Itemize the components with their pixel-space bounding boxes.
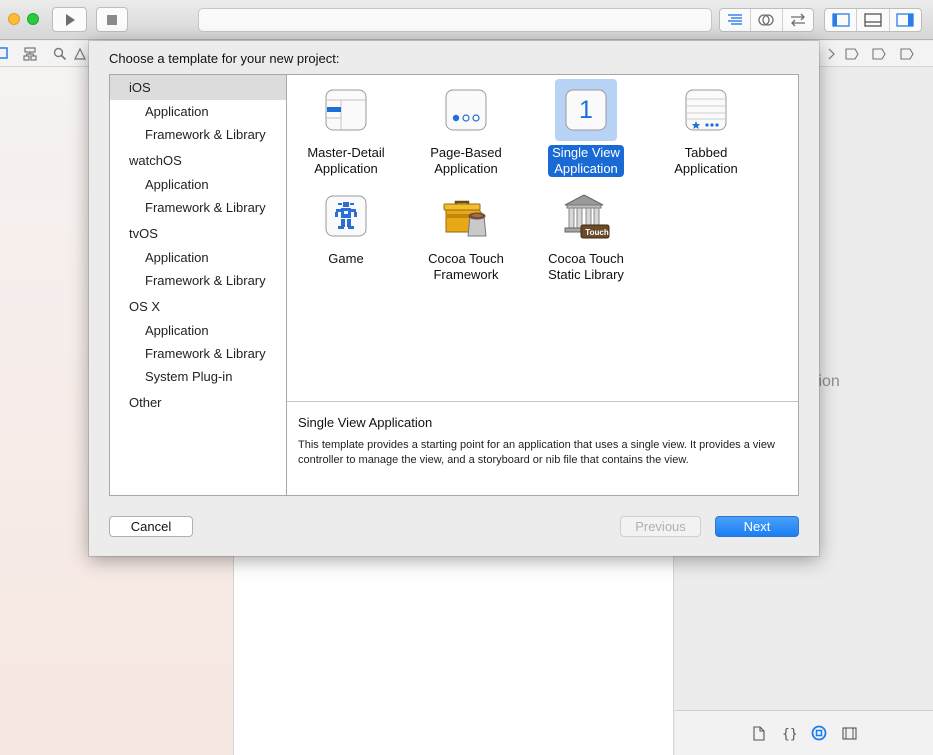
platform-osx[interactable]: OS X bbox=[110, 294, 287, 319]
template-label-line2: Application bbox=[674, 161, 738, 176]
assistant-editor-button[interactable] bbox=[751, 9, 783, 31]
view-toggle-control bbox=[824, 8, 922, 32]
platform-other[interactable]: Other bbox=[110, 390, 287, 415]
zoom-window-button[interactable] bbox=[27, 13, 39, 25]
toggle-utilities-button[interactable] bbox=[890, 9, 921, 31]
template-master-detail[interactable]: Master-Detail Application bbox=[286, 79, 406, 177]
breadcrumb-separator-icon bbox=[828, 48, 835, 60]
platform-list: iOS Application Framework & Library watc… bbox=[109, 74, 287, 496]
left-panel-icon bbox=[832, 13, 850, 27]
game-icon bbox=[325, 195, 367, 237]
next-button[interactable]: Next bbox=[715, 516, 799, 537]
sheet-title: Choose a template for your new project: bbox=[109, 51, 340, 66]
category-ios-framework-library[interactable]: Framework & Library bbox=[110, 123, 287, 146]
template-grid: Master-Detail Application Page-Based Appli… bbox=[287, 75, 798, 401]
template-label-line2: Application bbox=[554, 161, 618, 176]
category-osx-application[interactable]: Application bbox=[110, 319, 287, 342]
stop-button[interactable] bbox=[96, 7, 128, 32]
master-detail-icon bbox=[325, 89, 367, 131]
category-tvos-application[interactable]: Application bbox=[110, 246, 287, 269]
right-panel-icon bbox=[896, 13, 914, 27]
overlapping-circles-icon bbox=[758, 14, 775, 26]
page-based-icon bbox=[445, 89, 487, 131]
template-label: Page-Based bbox=[430, 145, 502, 160]
category-osx-framework-library[interactable]: Framework & Library bbox=[110, 342, 287, 365]
library-icon-text: Touch bbox=[585, 228, 609, 237]
search-icon[interactable] bbox=[53, 47, 67, 61]
film-strip-icon bbox=[841, 726, 857, 740]
template-label: Master-Detail bbox=[307, 145, 385, 160]
template-page-based[interactable]: Page-Based Application bbox=[406, 79, 526, 177]
toolbox-icon bbox=[443, 200, 487, 237]
template-tabbed[interactable]: Tabbed Application bbox=[646, 79, 766, 177]
lines-icon bbox=[728, 14, 743, 25]
document-icon bbox=[753, 725, 765, 741]
library-tab-bar: {} bbox=[675, 710, 933, 755]
stop-icon bbox=[107, 14, 117, 25]
platform-tvos[interactable]: tvOS bbox=[110, 221, 287, 246]
new-project-sheet: Choose a template for your new project: … bbox=[89, 41, 819, 556]
template-label-line2: Static Library bbox=[548, 267, 624, 282]
template-label: Game bbox=[328, 251, 364, 266]
activity-viewer bbox=[198, 8, 712, 32]
description-title: Single View Application bbox=[298, 415, 433, 430]
object-library-icon bbox=[811, 725, 827, 741]
folder-tab-icon[interactable] bbox=[0, 47, 8, 59]
swap-arrows-icon bbox=[790, 13, 805, 27]
braces-icon: {} bbox=[782, 727, 796, 741]
template-label-line2: Application bbox=[314, 161, 378, 176]
template-label: Tabbed bbox=[684, 145, 728, 160]
warning-icon[interactable] bbox=[74, 47, 86, 61]
version-editor-button[interactable] bbox=[783, 9, 813, 31]
category-ios-application[interactable]: Application bbox=[110, 100, 287, 123]
standard-editor-button[interactable] bbox=[720, 9, 752, 31]
template-label: Single View bbox=[552, 145, 620, 160]
category-osx-system-plugin[interactable]: System Plug-in bbox=[110, 365, 287, 388]
template-cocoa-touch-framework[interactable]: Cocoa Touch Framework bbox=[406, 185, 526, 283]
template-cocoa-touch-static-library[interactable]: Touch Cocoa Touch Static Library bbox=[526, 185, 646, 283]
bottom-panel-icon bbox=[864, 13, 882, 27]
single-view-icon-text: 1 bbox=[579, 95, 593, 124]
play-icon bbox=[65, 13, 75, 26]
breadcrumb-item-icon-3[interactable] bbox=[900, 48, 914, 60]
template-label: Cocoa Touch bbox=[428, 251, 504, 266]
template-chooser: Master-Detail Application Page-Based Appli… bbox=[286, 74, 799, 496]
template-label-line2: Application bbox=[434, 161, 498, 176]
toggle-debug-area-button[interactable] bbox=[857, 9, 890, 31]
breadcrumb-item-icon[interactable] bbox=[845, 48, 859, 60]
cancel-button[interactable]: Cancel bbox=[109, 516, 193, 537]
tabbed-icon bbox=[685, 89, 727, 131]
category-watchos-application[interactable]: Application bbox=[110, 173, 287, 196]
category-watchos-framework-library[interactable]: Framework & Library bbox=[110, 196, 287, 219]
media-library-tab[interactable] bbox=[841, 725, 857, 741]
previous-button[interactable]: Previous bbox=[620, 516, 701, 537]
template-single-view[interactable]: 1 Single View Application bbox=[526, 79, 646, 177]
toggle-navigator-button[interactable] bbox=[825, 9, 858, 31]
svg-text:{}: {} bbox=[782, 727, 796, 741]
description-body: This template provides a starting point … bbox=[298, 439, 775, 466]
category-tvos-framework-library[interactable]: Framework & Library bbox=[110, 269, 287, 292]
code-snippet-library-tab[interactable]: {} bbox=[781, 725, 797, 741]
window-toolbar bbox=[0, 0, 933, 40]
run-button[interactable] bbox=[52, 7, 87, 32]
template-label: Cocoa Touch bbox=[548, 251, 624, 266]
template-description-panel: Single View Application This template pr… bbox=[287, 401, 798, 495]
template-game[interactable]: Game bbox=[286, 185, 406, 267]
template-label-line2: Framework bbox=[433, 267, 499, 282]
breadcrumb-item-icon-2[interactable] bbox=[872, 48, 886, 60]
minimize-window-button[interactable] bbox=[8, 13, 20, 25]
platform-watchos[interactable]: watchOS bbox=[110, 148, 287, 173]
hierarchy-icon[interactable] bbox=[23, 47, 37, 61]
editor-mode-control bbox=[719, 8, 814, 32]
file-template-library-tab[interactable] bbox=[751, 725, 767, 741]
platform-ios[interactable]: iOS bbox=[110, 75, 287, 100]
object-library-tab[interactable] bbox=[811, 725, 827, 741]
